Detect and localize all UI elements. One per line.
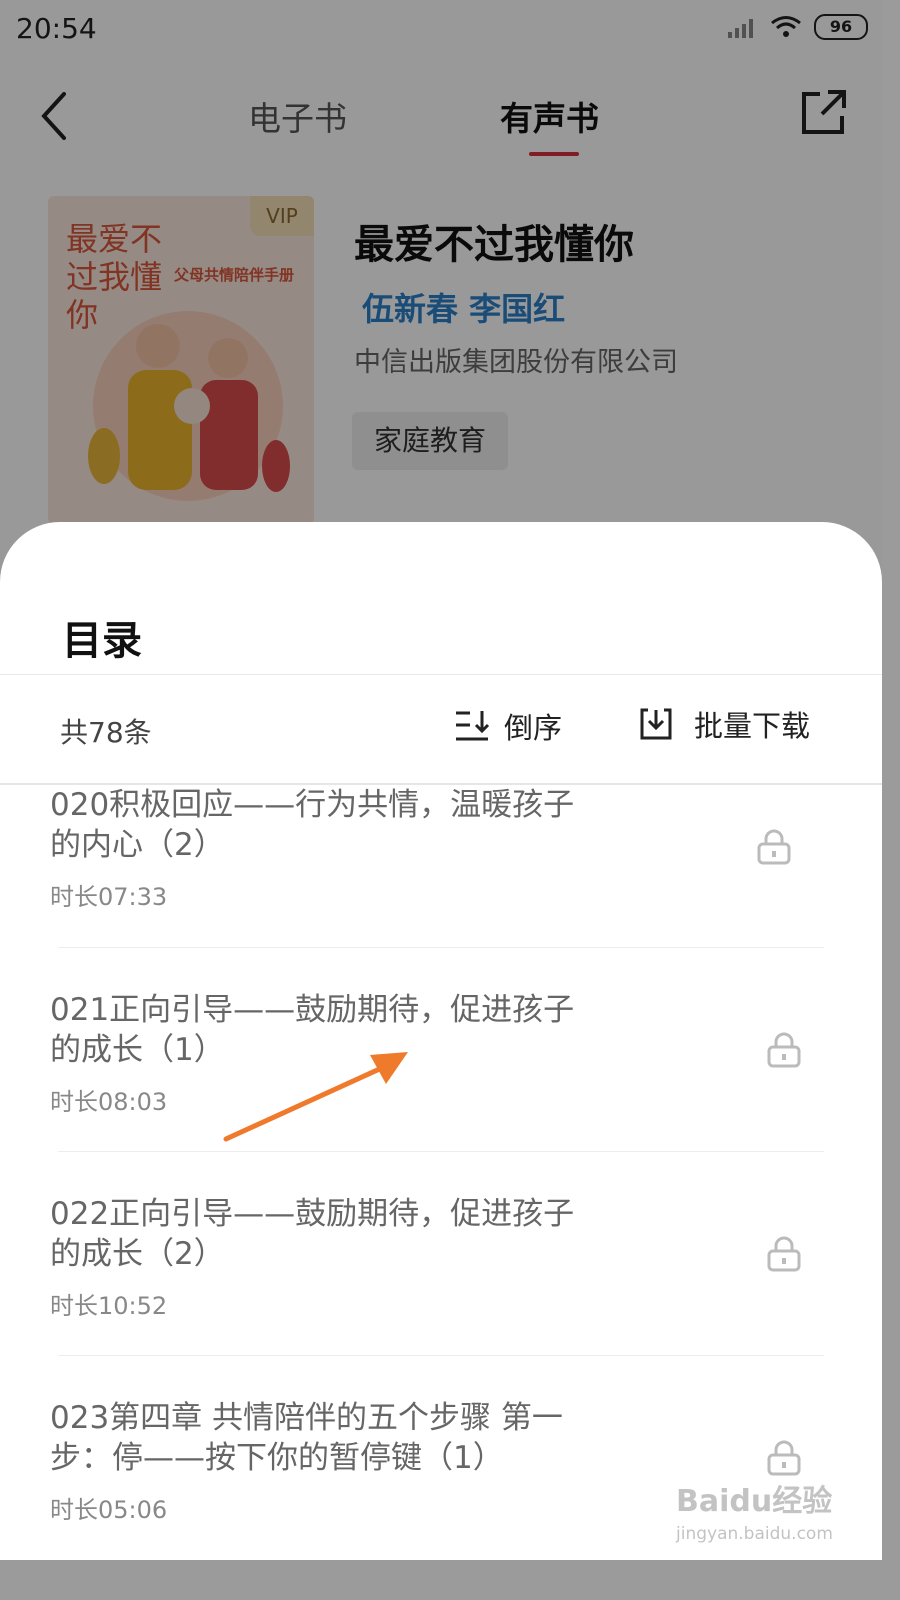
batch-download-label: 批量下载 [694, 709, 811, 743]
batch-download-button[interactable]: 批量下载 [638, 703, 810, 745]
lock-icon [767, 1032, 801, 1068]
chapter-duration: 时长08:03 [50, 1088, 168, 1116]
toc-sheet: 目录 共78条 倒序 批量下载 020积极回应——行为共情，温暖孩子的内心（2）… [0, 522, 882, 1560]
toc-toolbar: 共78条 倒序 批量下载 [0, 675, 882, 783]
chapter-duration: 时长05:06 [50, 1496, 168, 1524]
chapter-title: 020积极回应——行为共情，温暖孩子的内心（2） [50, 787, 575, 863]
lock-icon [767, 1440, 801, 1476]
sort-icon [456, 711, 490, 741]
lock-icon [767, 1236, 801, 1272]
chapter-item[interactable]: 022正向引导——鼓励期待，促进孩子的成长（2） 时长10:52 [0, 1152, 882, 1356]
lock-icon [757, 829, 791, 865]
chapter-duration: 时长10:52 [50, 1292, 168, 1320]
chapter-title: 023第四章 共情陪伴的五个步骤 第一步：停——按下你的暂停键（1） [50, 1400, 563, 1476]
reverse-order-button[interactable]: 倒序 [454, 705, 562, 747]
chapter-title: 021正向引导——鼓励期待，促进孩子的成长（1） [50, 992, 575, 1068]
watermark-logo: Baidu经验 [676, 1484, 833, 1519]
chapter-list: 020积极回应——行为共情，温暖孩子的内心（2） 时长07:33 021正向引导… [0, 785, 882, 1560]
chapter-title: 022正向引导——鼓励期待，促进孩子的成长（2） [50, 1196, 575, 1272]
chapter-item[interactable]: 021正向引导——鼓励期待，促进孩子的成长（1） 时长08:03 [0, 948, 882, 1152]
chapter-count: 共78条 [60, 716, 152, 749]
watermark-url: jingyan.baidu.com [676, 1524, 833, 1544]
chapter-duration: 时长07:33 [50, 883, 168, 911]
download-icon [640, 708, 672, 740]
sheet-title: 目录 [62, 618, 142, 664]
reverse-order-label: 倒序 [504, 711, 563, 745]
chapter-item[interactable]: 020积极回应——行为共情，温暖孩子的内心（2） 时长07:33 [0, 785, 882, 948]
